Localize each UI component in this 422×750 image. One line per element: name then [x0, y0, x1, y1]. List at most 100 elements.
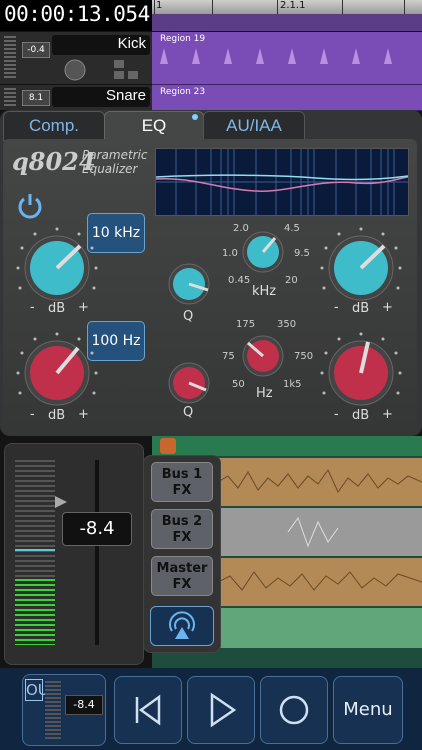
airplay-icon: [169, 611, 195, 639]
track-name: Kick: [117, 35, 146, 52]
tab-comp[interactable]: Comp.: [3, 111, 105, 141]
play-button[interactable]: [187, 676, 255, 744]
track-name-box[interactable]: Snare: [52, 87, 150, 107]
out-label: OUT: [25, 679, 58, 701]
pan-knob-icon[interactable]: [60, 57, 90, 83]
master-fx-line1: Master: [156, 561, 208, 576]
low-gain-plus-left: +: [78, 407, 89, 422]
track-meter: [4, 36, 16, 80]
timeline-ruler[interactable]: 1 2.1.1: [152, 0, 422, 15]
track-header-snare[interactable]: 8.1 Snare: [0, 85, 152, 111]
hz-scale-350: 350: [277, 319, 297, 330]
high-gain-minus-left: -: [30, 300, 35, 315]
low-gain-knob-right[interactable]: [328, 340, 394, 406]
low-freq-knob[interactable]: [242, 335, 284, 377]
high-gain-db-right: dB: [352, 301, 370, 316]
time-display: 00:00:13.054: [4, 2, 150, 26]
bus2-fx-button[interactable]: Bus 2 FX: [151, 509, 213, 549]
track-strip-top: [152, 14, 422, 31]
low-gain-minus-right: -: [334, 407, 339, 422]
fader-track[interactable]: [95, 460, 99, 645]
hz-scale-50: 50: [232, 379, 245, 390]
bus2-fx-line2: FX: [172, 530, 192, 545]
low-gain-db-left: dB: [48, 408, 66, 423]
hz-scale-75: 75: [222, 351, 235, 362]
track-color-chip: [160, 438, 176, 454]
high-gain-plus-right: +: [382, 300, 393, 315]
output-meter-box[interactable]: OUT -8.4: [22, 674, 106, 746]
rewind-button[interactable]: [114, 676, 182, 744]
track-buttons-icon[interactable]: [112, 58, 148, 82]
menu-button[interactable]: Menu: [333, 676, 403, 744]
time-display-bar: 00:00:13.054: [0, 0, 152, 31]
low-gain-plus-right: +: [382, 407, 393, 422]
ruler-mark-1: 1: [156, 0, 163, 11]
master-fx-line2: FX: [172, 577, 192, 592]
track-volume[interactable]: 8.1: [22, 90, 50, 106]
high-freq-knob[interactable]: [242, 231, 284, 273]
mixer-channel: [4, 443, 144, 665]
tab-eq[interactable]: EQ: [104, 111, 204, 140]
high-gain-knob-left[interactable]: [24, 235, 90, 301]
region-name: Region 19: [160, 34, 206, 44]
region-name: Region 23: [160, 87, 206, 97]
bus2-fx-line1: Bus 2: [161, 514, 203, 529]
record-icon: [279, 695, 309, 725]
eq-subtitle: Parametric Equalizer: [82, 148, 148, 176]
eq-subtitle-line2: Equalizer: [82, 162, 138, 176]
record-button[interactable]: [260, 676, 328, 744]
bus1-fx-line1: Bus 1: [161, 467, 203, 482]
fx-send-panel: Bus 1 FX Bus 2 FX Master FX: [143, 455, 221, 653]
high-gain-knob-right[interactable]: [328, 235, 394, 301]
volume-readout[interactable]: -8.4: [62, 512, 132, 546]
region-kick[interactable]: Region 19: [152, 32, 422, 85]
hz-scale-1k5: 1k5: [283, 379, 302, 390]
track-name: Snare: [105, 87, 146, 104]
khz-scale-20: 20: [285, 275, 298, 286]
track-meter: [4, 88, 16, 108]
khz-scale-1: 1.0: [222, 248, 238, 259]
track-header-kick[interactable]: -0.4 Kick: [0, 32, 152, 85]
track-lane-green-top: [152, 436, 422, 456]
low-gain-minus-left: -: [30, 407, 35, 422]
hz-label: Hz: [256, 386, 273, 401]
out-volume[interactable]: -8.4: [65, 695, 103, 715]
low-q-knob[interactable]: [168, 362, 210, 404]
high-q-label: Q: [183, 309, 194, 324]
play-icon: [210, 692, 237, 728]
out-meter: [45, 681, 61, 739]
eq-curve-line: [155, 174, 409, 181]
hz-scale-175: 175: [236, 319, 256, 330]
bus1-fx-button[interactable]: Bus 1 FX: [151, 462, 213, 502]
eq-response-graph: [155, 148, 409, 216]
khz-label: kHz: [252, 284, 277, 299]
eq-subtitle-line1: Parametric: [82, 148, 148, 162]
low-gain-knob-left[interactable]: [24, 340, 90, 406]
ruler-mark-2: 2.1.1: [280, 0, 306, 11]
khz-scale-4-5: 4.5: [284, 223, 300, 234]
airplay-button[interactable]: [150, 606, 214, 646]
tab-au-iaa[interactable]: AU/IAA: [203, 111, 305, 141]
kick-waveform: [160, 48, 392, 64]
high-gain-minus-right: -: [334, 300, 339, 315]
high-q-knob[interactable]: [168, 263, 210, 305]
skip-back-icon: [135, 694, 161, 726]
high-gain-db-left: dB: [48, 301, 66, 316]
track-name-box[interactable]: Kick: [52, 35, 150, 55]
level-meter-peak: [15, 549, 55, 551]
track-volume[interactable]: -0.4: [22, 42, 50, 58]
low-q-label: Q: [183, 405, 194, 420]
master-fx-button[interactable]: Master FX: [151, 556, 213, 596]
fader-pointer-icon: [55, 496, 67, 508]
khz-scale-2: 2.0: [233, 223, 249, 234]
region-snare[interactable]: Region 23: [152, 85, 422, 111]
bus1-fx-line2: FX: [172, 483, 192, 498]
tab-eq-indicator: [192, 114, 198, 120]
high-gain-plus-left: +: [78, 300, 89, 315]
waveform-lines: [218, 469, 422, 591]
eq-knobs: [16, 227, 402, 406]
hz-scale-750: 750: [294, 351, 314, 362]
khz-scale-9-5: 9.5: [294, 248, 310, 259]
level-meter-fill: [15, 579, 55, 645]
low-gain-db-right: dB: [352, 408, 370, 423]
